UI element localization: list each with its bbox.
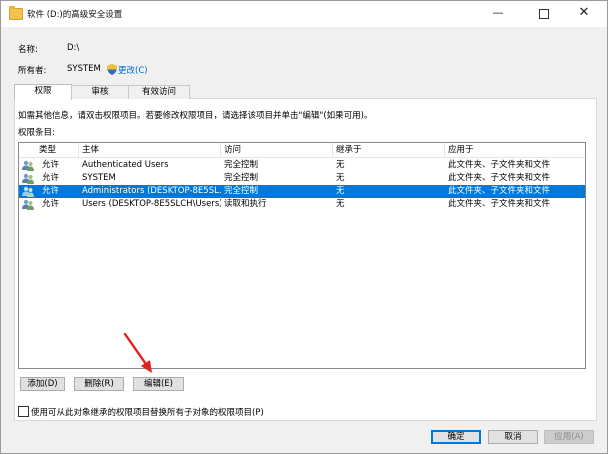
users-icon <box>22 160 34 171</box>
apply-button[interactable]: 应用(A) <box>544 430 594 444</box>
table-row-selected[interactable]: 允许 Administrators (DESKTOP-8E5SL... 完全控制… <box>19 185 585 198</box>
row-inherited: 无 <box>336 186 345 196</box>
row-type: 允许 <box>42 199 60 209</box>
row-inherited: 无 <box>336 199 345 209</box>
edit-button[interactable]: 编辑(E) <box>133 377 184 391</box>
info-text: 如需其他信息，请双击权限项目。若要修改权限项目，请选择该项目并单击"编辑"(如果… <box>18 111 373 121</box>
minimize-button[interactable]: — <box>481 1 515 27</box>
row-type: 允许 <box>42 186 60 196</box>
row-applies: 此文件夹、子文件夹和文件 <box>448 186 551 196</box>
column-inherited-from[interactable]: 继承于 <box>333 143 445 157</box>
column-type[interactable]: 类型 <box>19 143 79 157</box>
change-owner-link[interactable]: 更改(C) <box>118 64 148 76</box>
users-icon <box>22 199 34 210</box>
row-principal: SYSTEM <box>82 173 116 183</box>
remove-button[interactable]: 删除(R) <box>74 377 124 391</box>
maximize-icon <box>539 9 549 19</box>
column-principal[interactable]: 主体 <box>79 143 221 157</box>
row-type: 允许 <box>42 173 60 183</box>
close-button[interactable]: ✕ <box>567 1 601 27</box>
owner-label: 所有者: <box>18 66 47 76</box>
column-applies-to[interactable]: 应用于 <box>445 143 585 157</box>
add-button[interactable]: 添加(D) <box>20 377 65 391</box>
uac-shield-icon <box>107 64 117 75</box>
row-inherited: 无 <box>336 173 345 183</box>
row-access: 完全控制 <box>224 186 259 196</box>
window-title: 软件 (D:)的高级安全设置 <box>27 10 123 20</box>
row-access: 读取和执行 <box>224 199 267 209</box>
permission-entries-list[interactable]: 类型 主体 访问 继承于 应用于 允许 Authenticated Users … <box>18 142 586 369</box>
row-access: 完全控制 <box>224 160 259 170</box>
row-principal: Authenticated Users <box>82 160 169 170</box>
red-arrow-annotation <box>123 332 152 373</box>
row-inherited: 无 <box>336 160 345 170</box>
row-applies: 此文件夹、子文件夹和文件 <box>448 173 551 183</box>
title-bar[interactable]: 软件 (D:)的高级安全设置 — ✕ <box>1 1 607 27</box>
row-access: 完全控制 <box>224 173 259 183</box>
row-principal: Users (DESKTOP-8E5SLCH\Users) <box>82 199 221 209</box>
table-row[interactable]: 允许 Authenticated Users 完全控制 无 此文件夹、子文件夹和… <box>19 159 585 172</box>
tab-permissions[interactable]: 权限 <box>14 84 72 100</box>
users-icon <box>22 186 34 197</box>
name-value: D:\ <box>67 43 80 53</box>
replace-child-permissions-checkbox[interactable] <box>18 406 29 417</box>
row-type: 允许 <box>42 160 60 170</box>
folder-icon <box>9 6 23 20</box>
list-header: 类型 主体 访问 继承于 应用于 <box>19 143 585 158</box>
table-row[interactable]: 允许 Users (DESKTOP-8E5SLCH\Users) 读取和执行 无… <box>19 198 585 211</box>
table-row[interactable]: 允许 SYSTEM 完全控制 无 此文件夹、子文件夹和文件 <box>19 172 585 185</box>
tab-auditing[interactable]: 审核 <box>71 85 129 99</box>
row-applies: 此文件夹、子文件夹和文件 <box>448 199 551 209</box>
maximize-button[interactable] <box>527 1 561 27</box>
replace-child-permissions-label: 使用可从此对象继承的权限项目替换所有子对象的权限项目(P) <box>31 408 264 418</box>
row-principal: Administrators (DESKTOP-8E5SL... <box>82 186 221 196</box>
permission-entries-label: 权限条目: <box>18 128 55 138</box>
advanced-security-window: 软件 (D:)的高级安全设置 — ✕ 名称: D:\ 所有者: SYSTEM 更… <box>0 0 608 454</box>
users-icon <box>22 173 34 184</box>
tab-effective-access[interactable]: 有效访问 <box>128 85 190 99</box>
ok-button[interactable]: 确定 <box>431 430 481 444</box>
column-access[interactable]: 访问 <box>221 143 333 157</box>
row-applies: 此文件夹、子文件夹和文件 <box>448 160 551 170</box>
cancel-button[interactable]: 取消 <box>488 430 538 444</box>
owner-value: SYSTEM <box>67 64 101 74</box>
name-label: 名称: <box>18 45 38 55</box>
